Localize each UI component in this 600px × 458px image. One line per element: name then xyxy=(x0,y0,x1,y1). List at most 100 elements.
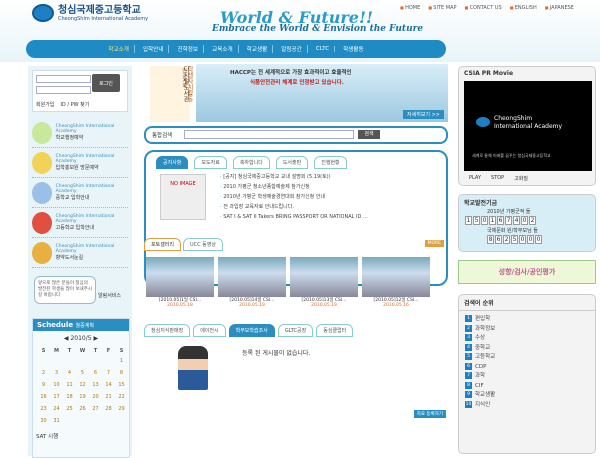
rank-item[interactable]: 7 과학 xyxy=(465,372,589,382)
quick-link-admin[interactable]: CheongShim International Academy 학교행정예약 xyxy=(32,118,128,148)
nav-item-notice[interactable]: 알림공간 xyxy=(276,45,308,53)
calendar-day[interactable]: 24 xyxy=(51,404,62,414)
calendar-day[interactable]: 31 xyxy=(51,416,62,426)
calendar-day[interactable]: 3 xyxy=(51,368,62,378)
signup-link[interactable]: 회원가입 xyxy=(36,101,54,108)
aptitude-banner[interactable]: 성향/검사/공인평가 xyxy=(458,260,596,284)
calendar-day[interactable]: 2 xyxy=(38,368,49,378)
tab-progress[interactable]: 진행현황 xyxy=(314,156,347,169)
tab-books[interactable]: 도서출판 xyxy=(275,156,309,169)
quick-link-visit[interactable]: CheongShim International Academy 입학홍보원 방문… xyxy=(32,148,128,178)
calendar-month[interactable]: ◀ 2010/5 ▶ xyxy=(33,335,129,342)
calendar-day[interactable]: 8 xyxy=(116,368,127,378)
calendar-day[interactable]: 14 xyxy=(103,380,114,390)
calendar-day[interactable]: 19 xyxy=(77,392,88,402)
quick-link-library[interactable]: CheongShim International Academy 향약도서눈길 xyxy=(32,238,128,268)
calendar-day[interactable]: 4 xyxy=(64,368,75,378)
calendar-day[interactable]: 1 xyxy=(116,356,127,366)
calendar-day[interactable]: 12 xyxy=(77,380,88,390)
calendar-day[interactable]: 23 xyxy=(38,404,49,414)
password-input[interactable] xyxy=(36,86,91,94)
nav-item-activities[interactable]: 학생활동 xyxy=(338,45,369,53)
news-item[interactable]: SAT I & SAT II Takers BRING PASSPORT OR … xyxy=(220,212,368,222)
tab-press[interactable]: 보도자료 xyxy=(194,156,227,169)
calendar-day[interactable]: 7 xyxy=(103,368,114,378)
nav-item-education[interactable]: 교육소개 xyxy=(207,45,239,53)
quick-link-high[interactable]: CheongShim International Academy 고등학교 입학안… xyxy=(32,208,128,238)
nav-item-about[interactable]: 학교소개 xyxy=(103,45,135,53)
quick-link-middle[interactable]: CheongShim International Academy 중학교 입학안내 xyxy=(32,178,128,208)
photo-more-button[interactable]: MORE xyxy=(424,240,444,247)
banner-tab-student[interactable]: 학생자치활동 xyxy=(176,66,194,122)
rank-item[interactable]: 9 학교생활 xyxy=(465,391,589,401)
nav-item-admission[interactable]: 입학안내 xyxy=(138,45,170,53)
tab-board-4[interactable]: 동심클럽터 xyxy=(316,324,354,337)
calendar-day[interactable]: 30 xyxy=(38,416,49,426)
calendar-day[interactable]: 5 xyxy=(77,368,88,378)
schedule-event[interactable]: SAT 시행 xyxy=(36,432,129,440)
calendar-day[interactable]: 13 xyxy=(90,380,101,390)
news-item[interactable]: 전 과입장 교육자료 안내드립니다. xyxy=(220,202,368,212)
calendar-day[interactable]: 16 xyxy=(38,392,49,402)
util-home-link[interactable]: HOME xyxy=(400,5,420,11)
search-button[interactable]: 검색 xyxy=(358,130,380,139)
rank-item[interactable]: 8 CIF xyxy=(465,381,589,392)
tab-ucc-video[interactable]: UCC 동영상 xyxy=(182,238,223,251)
nav-item-cltc[interactable]: CLTC xyxy=(311,46,336,52)
util-sitemap-link[interactable]: SITE MAP xyxy=(428,5,456,11)
calendar-day[interactable]: 26 xyxy=(77,404,88,414)
rank-item[interactable]: 2 과학정보 xyxy=(465,324,589,335)
alarm-service-link[interactable]: 알림서비스 xyxy=(98,292,121,299)
calendar-day[interactable]: 28 xyxy=(103,404,114,414)
tab-board-2[interactable]: 학부모학습조사 xyxy=(228,324,275,337)
calendar-day[interactable]: 9 xyxy=(38,380,49,390)
tab-board-1[interactable]: 에이전시 xyxy=(193,324,226,337)
calendar-day[interactable]: 22 xyxy=(116,392,127,402)
tab-board-0[interactable]: 청심지식판매장 xyxy=(144,324,191,337)
logo[interactable]: 청심국제중고등학교 CheongShim International Academ… xyxy=(32,4,148,22)
play-button[interactable]: PLAY xyxy=(469,175,481,182)
news-item[interactable]: [공지] 청심국제중고등학교 교내 설명회 (5.19(토)) xyxy=(220,172,368,182)
calendar-day[interactable]: 20 xyxy=(90,392,101,402)
util-japanese-link[interactable]: JAPANESE xyxy=(545,5,574,11)
rank-item[interactable]: 3 수상 xyxy=(465,334,589,344)
photo-item[interactable]: [2010.05]14일 CSI... 2010.05.19 xyxy=(218,257,286,308)
stop-button[interactable]: STOP xyxy=(491,175,504,182)
nav-item-school-life[interactable]: 학교생활 xyxy=(242,45,274,53)
photo-item[interactable]: [2010.05]1일 CSI... 2010.05.18 xyxy=(146,257,214,308)
nav-item-college[interactable]: 진학정보 xyxy=(172,45,205,53)
calendar-day[interactable]: 29 xyxy=(116,404,127,414)
board-register-button[interactable]: 자료 등록하기 xyxy=(413,410,446,418)
rank-item[interactable]: 4 중학교 xyxy=(465,343,589,354)
news-item[interactable]: 2010년 가평군 학생예술경연대회 참가신청 안내 xyxy=(220,192,368,202)
calendar-day[interactable]: 17 xyxy=(51,392,62,402)
photo-item[interactable]: [2010.05]13일 CSI... 2010.05.19 xyxy=(290,257,358,308)
rank-item[interactable]: 5 고등학교 xyxy=(465,353,589,363)
tab-photo-gallery[interactable]: 포토갤러리 xyxy=(144,238,182,251)
calendar-day[interactable]: 6 xyxy=(90,368,101,378)
banner-more-button[interactable]: 자세히보기 >> xyxy=(403,110,444,119)
util-english-link[interactable]: ENGLISH xyxy=(510,5,537,11)
tab-notice[interactable]: 공지사항 xyxy=(156,156,189,169)
rank-item[interactable]: 6 CDP xyxy=(465,362,589,373)
tab-congrats[interactable]: 축하합니다 xyxy=(232,156,270,169)
find-id-link[interactable]: ID / PW 찾기 xyxy=(60,101,89,108)
calendar-day[interactable]: 21 xyxy=(103,392,114,402)
calendar-day[interactable]: 11 xyxy=(64,380,75,390)
video-player[interactable]: CheongShim International Academy 세계로 통해 … xyxy=(464,81,592,171)
calendar-day[interactable]: 18 xyxy=(64,392,75,402)
id-input[interactable] xyxy=(36,75,91,83)
calendar-day[interactable]: 10 xyxy=(51,380,62,390)
hd-button[interactable]: 고화질 xyxy=(514,175,528,182)
rank-item[interactable]: 10 지식인 xyxy=(465,400,589,411)
calendar-day[interactable]: 15 xyxy=(116,380,127,390)
login-button[interactable]: 로그인 xyxy=(92,74,120,92)
calendar-day[interactable]: 25 xyxy=(64,404,75,414)
news-item[interactable]: 2010 가평군 청소년종합예술제 참가신청 xyxy=(220,182,368,192)
tab-board-3[interactable]: GLTC공장 xyxy=(277,324,314,337)
rank-item[interactable]: 1 편입학 xyxy=(465,315,589,325)
calendar-day[interactable]: 27 xyxy=(90,404,101,414)
search-input[interactable] xyxy=(184,130,354,139)
util-contact-link[interactable]: CONTACT US xyxy=(465,5,502,11)
photo-item[interactable]: [2010.05]12일 CSI... 2010.05.16 xyxy=(362,257,430,308)
